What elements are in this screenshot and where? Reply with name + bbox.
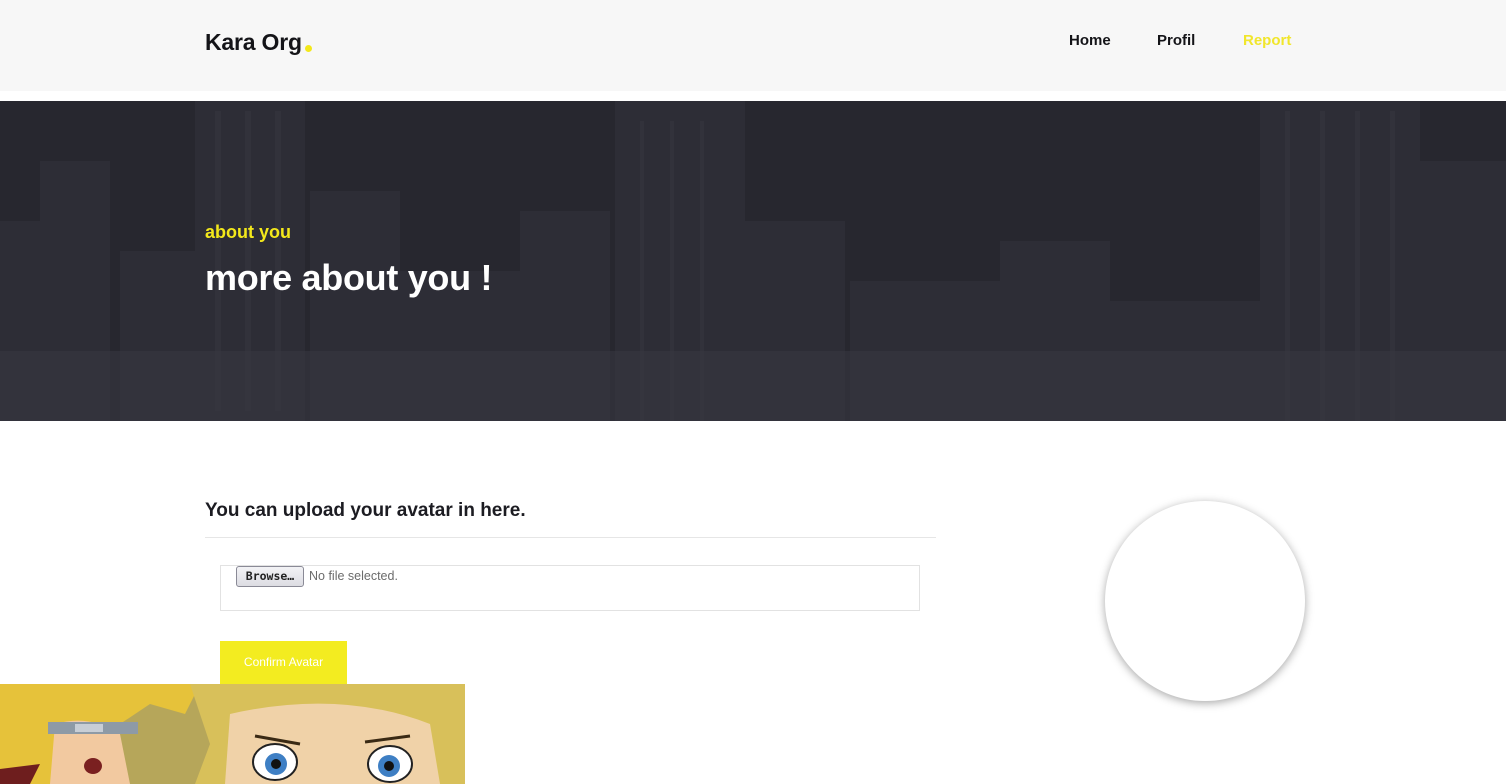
hero-banner: about you more about you !: [0, 101, 1506, 421]
confirm-avatar-button[interactable]: Confirm Avatar: [220, 641, 347, 684]
hero-subtitle: about you: [205, 222, 291, 242]
browse-button[interactable]: Browse…: [236, 566, 304, 587]
nav-home-link[interactable]: Home: [1069, 32, 1111, 49]
brand-name: Kara Org: [205, 29, 302, 55]
nav-profil-link[interactable]: Profil: [1157, 32, 1195, 49]
brand-logo[interactable]: Kara Org: [205, 29, 312, 56]
nav-report-link[interactable]: Report: [1243, 32, 1291, 49]
section-divider: [205, 537, 936, 538]
upload-section-title: You can upload your avatar in here.: [205, 500, 526, 521]
file-status-text: No file selected.: [309, 569, 398, 583]
character-image: [0, 684, 465, 784]
brand-dot-icon: [304, 45, 312, 52]
avatar-preview: [1105, 501, 1305, 701]
hero-title: more about you !: [205, 257, 493, 298]
top-navbar: Kara Org Home Profil Report: [0, 0, 1506, 91]
